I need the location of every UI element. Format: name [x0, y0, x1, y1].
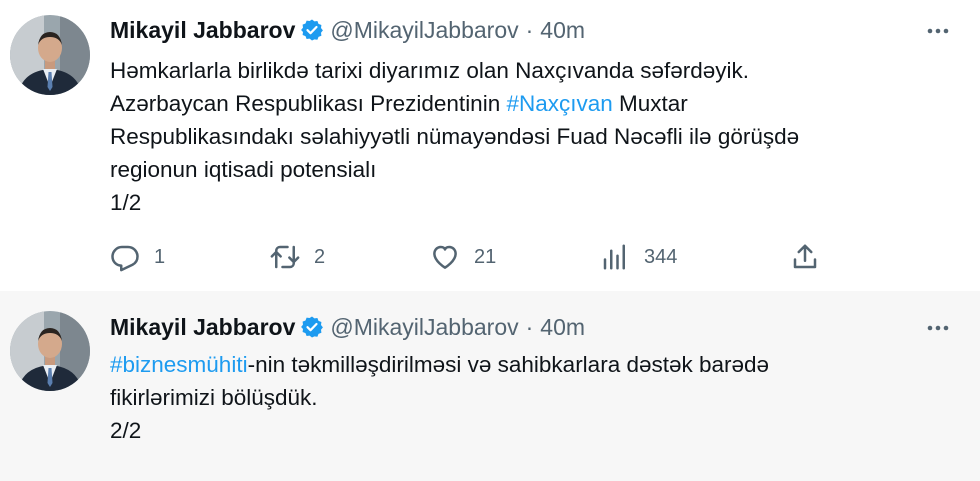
thread-counter: 1/2	[110, 190, 142, 215]
retweet-icon	[270, 245, 300, 269]
like-button[interactable]: 21	[430, 240, 496, 274]
tweet-header: Mikayil Jabbarov @MikayilJabbarov · 40m	[110, 309, 585, 345]
more-options-icon	[927, 325, 949, 331]
more-options-icon	[927, 28, 949, 34]
timestamp[interactable]: 40m	[540, 314, 585, 341]
verified-badge-icon	[300, 315, 324, 339]
avatar[interactable]	[10, 15, 90, 95]
retweet-count: 2	[314, 245, 326, 268]
share-button[interactable]	[790, 240, 820, 274]
tweet-text-line: #biznesmühiti-nin təkmilləşdirilməsi və …	[110, 348, 870, 381]
reply-count: 1	[154, 245, 166, 268]
tweet-2[interactable]: Mikayil Jabbarov @MikayilJabbarov · 40m …	[0, 291, 980, 481]
reply-button[interactable]: 1	[110, 240, 165, 274]
author-handle[interactable]: @MikayilJabbarov	[330, 17, 518, 44]
tweet-1[interactable]: Mikayil Jabbarov @MikayilJabbarov · 40m …	[0, 0, 980, 291]
tweet-text-line: Həmkarlarla birlikdə tarixi diyarımız ol…	[110, 58, 749, 83]
more-options-button[interactable]	[924, 314, 952, 342]
tweet-text-segment: Azərbaycan Respublikası Prezidentinin	[110, 91, 507, 116]
like-count: 21	[474, 245, 497, 268]
tweet-header: Mikayil Jabbarov @MikayilJabbarov · 40m	[110, 12, 585, 48]
tweet-text-segment: Muxtar	[612, 91, 688, 116]
more-options-button[interactable]	[924, 17, 952, 45]
reply-icon	[111, 245, 139, 272]
hashtag-link[interactable]: #biznesmühiti	[110, 352, 248, 377]
tweet-text: Həmkarlarla birlikdə tarixi diyarımız ol…	[110, 54, 870, 219]
thread-counter: 2/2	[110, 418, 142, 443]
view-count: 344	[644, 245, 678, 268]
tweet-text-line: Azərbaycan Respublikası Prezidentinin #N…	[110, 87, 870, 120]
timestamp[interactable]: 40m	[540, 17, 585, 44]
author-name[interactable]: Mikayil Jabbarov	[110, 17, 295, 44]
verified-badge-icon	[300, 18, 324, 42]
tweet-thread: Mikayil Jabbarov @MikayilJabbarov · 40m …	[0, 0, 980, 481]
profile-photo-icon	[10, 311, 90, 391]
separator-dot: ·	[525, 313, 534, 340]
tweet-text-segment: -nin təkmilləşdirilməsi və sahibkarlara …	[247, 352, 770, 377]
tweet-actions: 1 2 21 344	[110, 240, 830, 274]
tweet-text-line: Respublikasındakı səlahiyyətli nümayəndə…	[110, 124, 800, 149]
retweet-button[interactable]: 2	[270, 240, 325, 274]
author-handle[interactable]: @MikayilJabbarov	[330, 314, 518, 341]
tweet-text-line: regionun iqtisadi potensialı	[110, 157, 377, 182]
tweet-text: #biznesmühiti-nin təkmilləşdirilməsi və …	[110, 348, 870, 447]
avatar[interactable]	[10, 311, 90, 391]
profile-photo-icon	[10, 15, 90, 95]
author-name[interactable]: Mikayil Jabbarov	[110, 314, 295, 341]
views-button[interactable]: 344	[600, 240, 677, 274]
views-icon	[603, 244, 625, 270]
separator-dot: ·	[525, 16, 534, 43]
tweet-text-line: fikirlərimizi bölüşdük.	[110, 385, 318, 410]
share-icon	[793, 244, 817, 269]
like-icon	[433, 245, 457, 269]
hashtag-link[interactable]: #Naxçıvan	[506, 91, 612, 116]
